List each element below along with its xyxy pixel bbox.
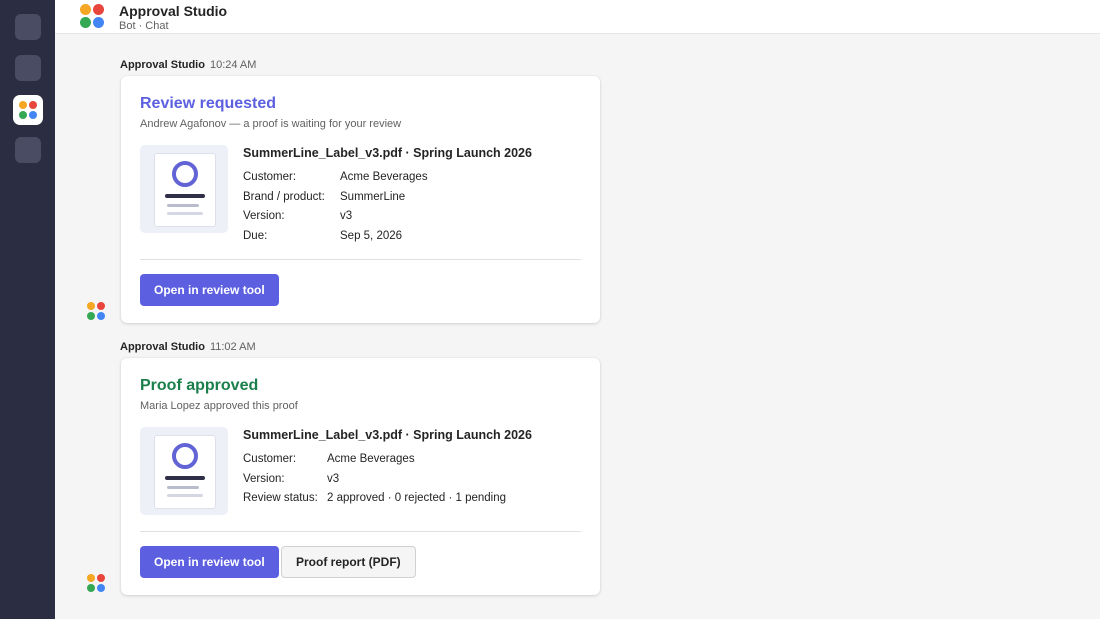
open-in-review-tool-button[interactable]: Open in review tool — [140, 274, 279, 306]
proof-report-pdf-button[interactable]: Proof report (PDF) — [281, 546, 416, 578]
document-icon — [154, 153, 216, 227]
proof-thumbnail — [140, 427, 228, 515]
divider — [140, 531, 581, 532]
rail-app-4[interactable] — [15, 137, 41, 163]
bot-avatar-icon — [87, 302, 105, 320]
fact-label: Version: — [243, 210, 285, 222]
rail-app-1[interactable] — [15, 14, 41, 40]
fact-label: Version: — [243, 473, 285, 485]
message-meta: Approval Studio 11:02 AM — [120, 341, 256, 353]
open-in-review-tool-button[interactable]: Open in review tool — [140, 546, 279, 578]
file-title: SummerLine_Label_v3.pdf · Spring Launch … — [243, 428, 532, 442]
chat-header: Approval Studio Bot · Chat — [55, 0, 1100, 34]
fact-value: v3 — [327, 473, 340, 485]
review-requested-card: Review requested Andrew Agafonov — a pro… — [121, 76, 600, 323]
card-title: Review requested — [140, 95, 277, 112]
fact-value: Acme Beverages — [340, 171, 428, 183]
proof-thumbnail — [140, 145, 228, 233]
rail-app-2[interactable] — [15, 55, 41, 81]
bot-avatar-icon — [87, 574, 105, 592]
sender-name: Approval Studio — [120, 59, 205, 71]
fact-value: SummerLine — [340, 191, 406, 203]
sender-name: Approval Studio — [120, 341, 205, 353]
file-title: SummerLine_Label_v3.pdf · Spring Launch … — [243, 146, 532, 160]
message-time: 10:24 AM — [209, 59, 257, 71]
app-rail — [0, 0, 55, 619]
divider — [140, 259, 581, 260]
fact-label: Customer: — [243, 453, 297, 465]
rail-approval-studio[interactable] — [13, 95, 43, 125]
fact-value: Sep 5, 2026 — [340, 230, 403, 242]
card-title: Proof approved — [140, 377, 259, 394]
approval-studio-logo-icon — [80, 4, 104, 28]
fact-label: Brand / product: — [243, 191, 325, 203]
card-subtitle: Andrew Agafonov — a proof is waiting for… — [140, 118, 402, 130]
message-time: 11:02 AM — [209, 341, 256, 353]
document-icon — [154, 435, 216, 509]
card-subtitle: Maria Lopez approved this proof — [140, 400, 298, 412]
fact-value: 2 approved · 0 rejected · 1 pending — [327, 492, 507, 504]
proof-approved-card: Proof approved Maria Lopez approved this… — [121, 358, 600, 595]
message-meta: Approval Studio 10:24 AM — [120, 59, 256, 71]
fact-label: Review status: — [243, 492, 318, 504]
approval-studio-logo-icon — [19, 101, 37, 119]
chat-title: Approval Studio — [119, 3, 228, 19]
fact-label: Customer: — [243, 171, 297, 183]
fact-value: Acme Beverages — [327, 453, 415, 465]
chat-subtitle: Bot · Chat — [119, 20, 169, 32]
fact-label: Due: — [243, 230, 268, 242]
fact-value: v3 — [340, 210, 353, 222]
